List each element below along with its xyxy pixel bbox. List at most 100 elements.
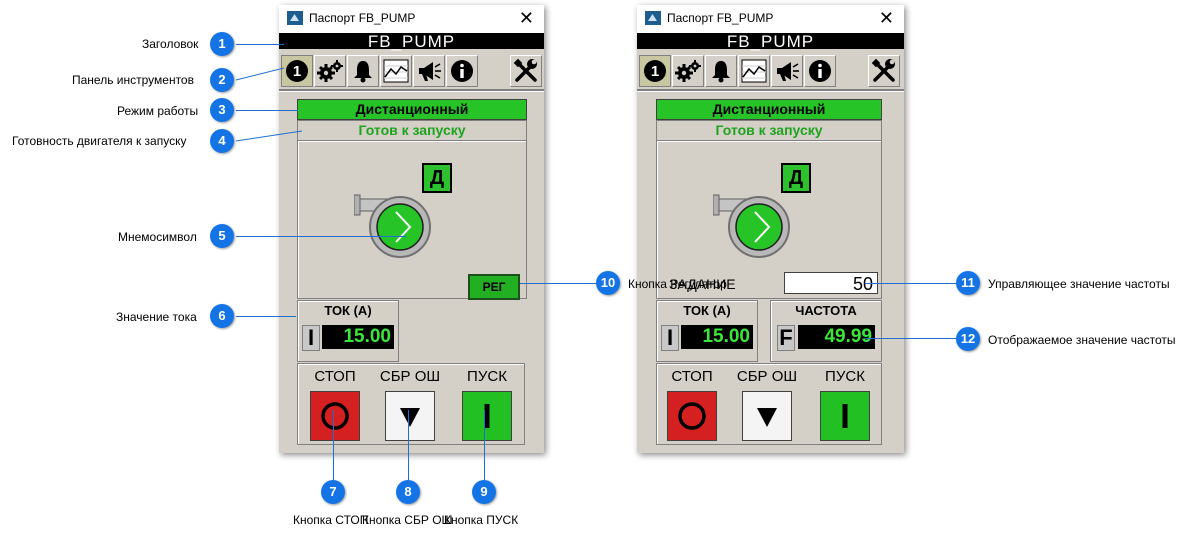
app-icon xyxy=(645,11,661,25)
start-button[interactable] xyxy=(820,391,870,441)
start-button[interactable] xyxy=(462,391,512,441)
start-label: ПУСК xyxy=(825,368,865,385)
trends-button[interactable] xyxy=(738,55,770,87)
messages-button[interactable] xyxy=(413,55,445,87)
callout-2-badge: 2 xyxy=(210,68,234,92)
callout-6-badge: 6 xyxy=(210,304,234,328)
info-icon xyxy=(809,60,831,82)
leader-line-1 xyxy=(236,44,284,45)
mode-indicator: Дистанционный xyxy=(656,99,882,120)
callout-9-label: Кнопка ПУСК xyxy=(444,513,519,527)
info-button[interactable] xyxy=(804,55,836,87)
gears-icon xyxy=(317,60,343,82)
close-icon[interactable]: ✕ xyxy=(879,8,894,29)
megaphone-icon xyxy=(419,62,441,81)
settings-gears-button[interactable] xyxy=(314,55,346,87)
info-number-icon: 1 xyxy=(644,60,666,82)
alarms-bell-button[interactable] xyxy=(347,55,379,87)
callout-11-badge: 11 xyxy=(956,271,980,295)
mnemonic-panel: Д РЕГ xyxy=(297,140,527,300)
callout-12-label: Отображаемое значение частоты xyxy=(988,333,1176,347)
callout-3-badge: 3 xyxy=(210,98,234,122)
stop-label: СТОП xyxy=(314,368,356,385)
callout-8-badge: 8 xyxy=(396,480,420,504)
wrench-screwdriver-icon xyxy=(513,58,537,82)
regulator-button[interactable]: РЕГ xyxy=(468,274,520,300)
callout-5-label: Мнемосимвол xyxy=(118,230,197,244)
stop-button[interactable] xyxy=(310,391,360,441)
leader-line-8 xyxy=(408,410,409,480)
leader-line-12 xyxy=(865,338,957,339)
current-meter: ТОК (А) I 15.00 xyxy=(297,300,399,362)
callout-8-label: Кнопка СБР ОШ xyxy=(362,513,453,527)
trend-chart-icon xyxy=(741,59,767,83)
settings-gears-button[interactable] xyxy=(672,55,704,87)
current-title: ТОК (А) xyxy=(683,303,731,318)
info-page-button[interactable]: 1 xyxy=(639,55,671,87)
callout-9-badge: 9 xyxy=(472,480,496,504)
app-icon xyxy=(287,11,303,25)
tools-button[interactable] xyxy=(510,55,542,87)
callout-10-label: Кнопка Регулятор xyxy=(628,277,727,291)
reset-triangle-icon xyxy=(400,408,420,427)
reset-triangle-icon xyxy=(757,408,777,427)
reset-button[interactable] xyxy=(385,391,435,441)
callout-1-label: Заголовок xyxy=(142,37,199,51)
readiness-indicator: Готов к запуску xyxy=(656,120,882,141)
info-page-button[interactable]: 1 xyxy=(281,55,313,87)
trends-button[interactable] xyxy=(380,55,412,87)
current-letter: I xyxy=(302,325,320,351)
callout-1-badge: 1 xyxy=(210,32,234,56)
callout-5-badge: 5 xyxy=(210,224,234,248)
frequency-meter: ЧАСТОТА F 49.99 xyxy=(770,300,882,362)
alarms-bell-button[interactable] xyxy=(705,55,737,87)
reset-button[interactable] xyxy=(742,391,792,441)
header-title: FB_PUMP xyxy=(279,33,544,50)
callout-11-label: Управляющее значение частоты xyxy=(988,277,1170,291)
leader-line-7 xyxy=(333,410,334,480)
start-label: ПУСК xyxy=(467,368,507,385)
messages-button[interactable] xyxy=(771,55,803,87)
frequency-title: ЧАСТОТА xyxy=(795,303,857,318)
readiness-indicator: Готов к запуску xyxy=(297,120,527,141)
toolbar: 1 xyxy=(279,53,544,89)
callout-12-badge: 12 xyxy=(956,327,980,351)
pump-window-basic: Паспорт FB_PUMP ✕ FB_PUMP 1 Дистанционны… xyxy=(279,5,544,453)
toolbar: 1 xyxy=(637,53,904,89)
callout-7-label: Кнопка СТОП xyxy=(293,513,369,527)
reset-label: СБР ОШ xyxy=(736,368,798,385)
tools-button[interactable] xyxy=(868,55,900,87)
current-value: 15.00 xyxy=(681,325,753,349)
pump-mnemonic[interactable] xyxy=(713,187,793,259)
leader-line-9 xyxy=(484,410,485,480)
stop-circle-icon xyxy=(321,402,349,430)
callout-4-badge: 4 xyxy=(210,129,234,153)
leader-line-5 xyxy=(236,236,406,237)
info-icon xyxy=(451,60,473,82)
callout-2-label: Панель инструментов xyxy=(72,73,194,87)
toolbar-divider xyxy=(279,89,544,92)
stop-button[interactable] xyxy=(667,391,717,441)
current-meter: ТОК (А) I 15.00 xyxy=(656,300,758,362)
frequency-letter: F xyxy=(777,325,795,351)
pump-mnemonic[interactable] xyxy=(354,187,434,259)
toolbar-divider xyxy=(637,89,904,92)
leader-line-3 xyxy=(236,110,298,111)
window-titlebar: Паспорт FB_PUMP ✕ xyxy=(637,5,904,33)
info-button[interactable] xyxy=(446,55,478,87)
bell-icon xyxy=(712,61,730,83)
frequency-setpoint-input[interactable]: 50 xyxy=(784,272,878,294)
close-icon[interactable]: ✕ xyxy=(519,8,534,29)
window-title: Паспорт FB_PUMP xyxy=(667,11,774,25)
start-bar-icon xyxy=(484,404,490,428)
command-panel: СТОП СБР ОШ ПУСК xyxy=(297,363,525,445)
info-number-icon: 1 xyxy=(286,60,308,82)
header-title: FB_PUMP xyxy=(637,33,904,50)
stop-label: СТОП xyxy=(671,368,713,385)
mnemonic-panel: Д ЗАДАНИЕ 50 xyxy=(656,140,882,299)
leader-line-6 xyxy=(236,316,296,317)
trend-chart-icon xyxy=(383,59,409,83)
megaphone-icon xyxy=(777,62,799,81)
current-title: ТОК (А) xyxy=(324,303,372,318)
callout-4-label: Готовность двигателя к запуску xyxy=(12,134,187,148)
